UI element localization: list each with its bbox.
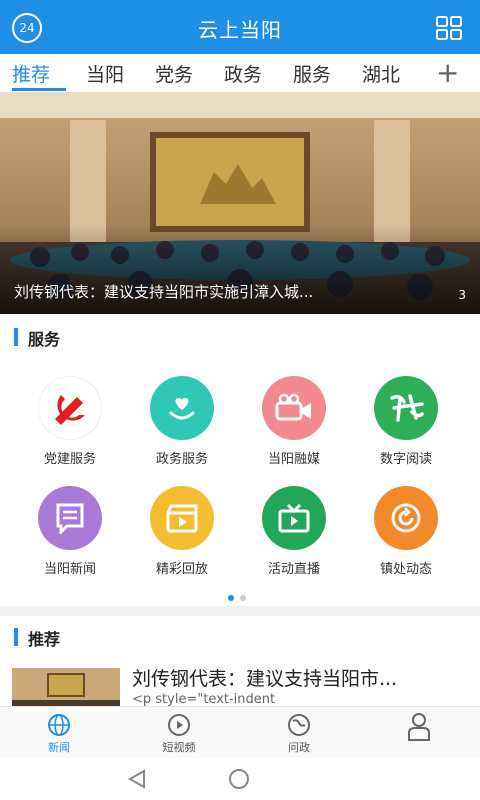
service-name: 当阳融媒 [267, 452, 320, 467]
service-live[interactable]: 活动直播 [244, 486, 344, 577]
banner-carousel[interactable]: 刘传钢代表：建议支持当阳市实施引漳入城... 3 [0, 92, 480, 314]
bottom-navigation: 新闻 短视频 问政 [0, 706, 480, 758]
services-section-title: 服务 [28, 330, 61, 349]
app-title: 云上当阳 [198, 18, 282, 42]
section-accent-bar [14, 628, 18, 646]
active-tab-indicator [12, 88, 66, 91]
section-accent-bar [14, 328, 18, 346]
tab-government[interactable]: 政务 [224, 60, 262, 87]
service-name: 数字阅读 [379, 452, 432, 467]
nav-label: 短视频 [162, 741, 196, 754]
message-icon [38, 486, 102, 550]
tab-service[interactable]: 服务 [293, 60, 331, 87]
nav-profile[interactable] [384, 713, 454, 743]
service-government[interactable]: 政务服务 [132, 376, 232, 467]
grid-icon[interactable] [436, 16, 462, 40]
nav-news[interactable]: 新闻 [24, 713, 94, 755]
pager-dots [228, 586, 252, 605]
earth-icon [288, 714, 310, 736]
globe-icon [48, 714, 70, 736]
nav-label: 问政 [288, 741, 310, 754]
refresh-icon [374, 486, 438, 550]
nav-short-video[interactable]: 短视频 [144, 713, 214, 755]
home-icon[interactable] [228, 768, 250, 790]
back-icon[interactable] [126, 768, 148, 790]
news-title[interactable]: 刘传钢代表：建议支持当阳市... [132, 664, 462, 691]
service-media[interactable]: 当阳融媒 [244, 376, 344, 467]
services-section-header: 服务 [0, 318, 480, 354]
tab-recommend[interactable]: 推荐 [12, 60, 50, 87]
nav-inquiry[interactable]: 问政 [264, 713, 334, 755]
video-camera-icon [262, 376, 326, 440]
service-name: 政务服务 [155, 452, 208, 467]
party-emblem-icon [38, 376, 102, 440]
tv-icon [262, 486, 326, 550]
service-name: 当阳新闻 [43, 562, 96, 577]
service-name: 活动直播 [267, 562, 320, 577]
tab-hubei[interactable]: 湖北 [362, 60, 400, 87]
play-icon [168, 714, 190, 736]
service-name: 精彩回放 [155, 562, 208, 577]
clapper-icon [150, 486, 214, 550]
service-party-building[interactable]: 党建服务 [20, 376, 120, 467]
service-replay[interactable]: 精彩回放 [132, 486, 232, 577]
user-icon [408, 713, 430, 741]
banner-headline[interactable]: 刘传钢代表：建议支持当阳市实施引漳入城... [14, 281, 414, 302]
service-name: 镇处动态 [379, 562, 432, 577]
heart-hands-icon [150, 376, 214, 440]
add-tab-button[interactable]: + [436, 56, 459, 89]
service-dangyang-news[interactable]: 当阳新闻 [20, 486, 120, 577]
system-nav-bar [0, 758, 480, 800]
nav-label: 新闻 [48, 741, 70, 754]
banner-page-count: 3 [458, 288, 466, 302]
tab-dangyang[interactable]: 当阳 [86, 60, 124, 87]
recommend-section-header: 推荐 [0, 618, 480, 654]
news-snippet: <p style="text-indent [132, 692, 276, 707]
calligraphy-icon [374, 376, 438, 440]
recommend-section-title: 推荐 [28, 630, 61, 649]
pager-dot-active[interactable] [228, 595, 234, 601]
tab-party[interactable]: 党务 [155, 60, 193, 87]
app-header: 24 云上当阳 [0, 0, 480, 54]
service-name: 党建服务 [43, 452, 96, 467]
category-tabs: 推荐 当阳 党务 政务 服务 湖北 + [0, 54, 480, 92]
section-divider [0, 606, 480, 616]
service-town-updates[interactable]: 镇处动态 [356, 486, 456, 577]
service-digital-reading[interactable]: 数字阅读 [356, 376, 456, 467]
pager-dot[interactable] [240, 595, 246, 601]
